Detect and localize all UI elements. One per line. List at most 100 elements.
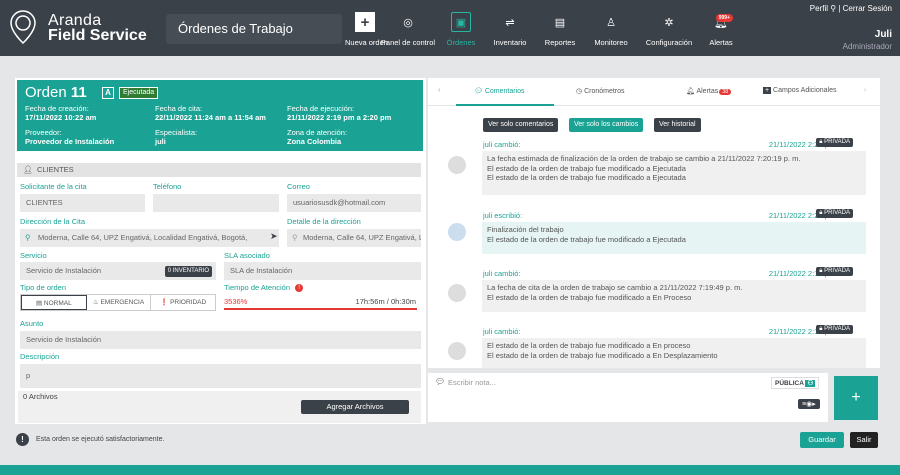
comments-list: Ver solo comentarios Ver solo los cambio…: [428, 106, 880, 368]
comment-body: El estado de la orden de trabajo fue mod…: [482, 338, 866, 368]
private-badge: 🔒︎ PRIVADA: [816, 325, 853, 334]
correo-label: Correo: [287, 182, 310, 191]
nav-monitoreo[interactable]: ♙ Monitoreo: [587, 0, 635, 56]
servicio-field[interactable]: Servicio de Instalación 0 INVENTARIO: [20, 262, 216, 280]
tab-alertas[interactable]: 🔔︎ Alertas 38: [686, 87, 732, 95]
gauge-icon: ◎: [403, 16, 413, 29]
doc-icon: ▤: [35, 300, 44, 307]
module-title: Órdenes de Trabajo: [166, 14, 342, 44]
exit-button[interactable]: Salir: [850, 432, 878, 448]
user-box: Perfil ⚲ | Cerrar Sesión Juli Administra…: [809, 4, 892, 51]
activity-panel: ‹ 💬︎ Comentarios ◷ Cronómetros 🔔︎ Alerta…: [428, 78, 880, 424]
clients-section-header: 👤︎ CLIENTES: [17, 163, 421, 177]
clock-icon: ◷: [576, 88, 585, 95]
avatar: [448, 342, 466, 360]
info-icon: !: [16, 433, 29, 446]
status-badge: Ejecutada: [119, 87, 159, 99]
user-name: Juli: [874, 29, 892, 40]
add-files-button[interactable]: Agregar Archivos: [301, 400, 409, 414]
plus-square-icon: +: [763, 87, 772, 94]
tiempo-value: 17h:56m / 0h:30m: [355, 297, 416, 306]
comment-body: La fecha de cita de la orden de trabajo …: [482, 280, 866, 312]
telefono-label: Teléfono: [153, 182, 182, 191]
bell-icon: 🔔︎: [686, 88, 697, 95]
nav-panel-control[interactable]: ◎ Panel de control: [379, 0, 437, 56]
servicio-label: Servicio: [20, 251, 47, 260]
person-icon: 👤︎: [23, 165, 33, 174]
brand-logo[interactable]: Aranda Field Service: [8, 8, 168, 48]
comment-body: La fecha estimada de finalización de la …: [482, 151, 866, 195]
sla-label: SLA asociado: [224, 251, 270, 260]
fecha-ejecucion: Fecha de ejecución: 21/11/2022 2:19 pm a …: [287, 104, 392, 122]
note-input[interactable]: 💬︎ Escribir nota... PÚBLICA ⚇ ≡◉▸: [428, 373, 828, 422]
detalle-field[interactable]: ⚲ Moderna, Calle 64, UPZ Engativá, L: [287, 229, 421, 247]
tipo-emergencia-option[interactable]: ♨ EMERGENCIA: [87, 295, 152, 310]
asunto-field[interactable]: Servicio de Instalación: [20, 331, 421, 349]
logout-link[interactable]: Cerrar Sesión: [843, 4, 892, 13]
nav-ordenes[interactable]: ▣ Órdenes: [441, 0, 481, 56]
order-detail-panel: Orden 11 A Ejecutada Fecha de creación: 1…: [15, 78, 426, 424]
attachments-count: 0 Archivos: [23, 392, 58, 401]
inventory-icon: ⇌: [505, 16, 515, 29]
nav-inventario[interactable]: ⇌ Inventario: [488, 0, 532, 56]
direccion-label: Dirección de la Cita: [20, 217, 86, 226]
tabs-next-icon[interactable]: ›: [864, 87, 866, 94]
comment-header: juli cambió: 21/11/2022 2:19 pm 🔒︎ PRIVA…: [483, 325, 863, 336]
voice-record-icon[interactable]: ≡◉▸: [798, 399, 820, 409]
note-placeholder: Escribir nota...: [448, 378, 496, 387]
filter-historial-button[interactable]: Ver historial: [654, 118, 701, 132]
nav-alertas[interactable]: 🔔︎ 999+ Alertas: [703, 0, 739, 56]
tabs-prev-icon[interactable]: ‹: [438, 87, 440, 94]
order-title: Orden 11: [25, 84, 87, 101]
priority-icon: ❗: [160, 299, 171, 306]
inventario-button[interactable]: 0 INVENTARIO: [164, 266, 212, 277]
solicitante-field[interactable]: CLIENTES: [20, 194, 145, 212]
correo-field[interactable]: usuariosusdk@hotmail.com: [287, 194, 421, 212]
location-pin-icon: ⚲: [25, 233, 31, 242]
tab-campos-adicionales[interactable]: + Campos Adicionales: [763, 87, 836, 94]
direccion-field[interactable]: ⚲ Moderna, Calle 64, UPZ Engativá, Local…: [20, 229, 279, 247]
comment-header: juli cambió: 21/11/2022 2:19 pm 🔒︎ PRIVA…: [483, 267, 863, 278]
tipo-prioridad-option[interactable]: ❗ PRIORIDAD: [151, 295, 215, 310]
nav-reportes[interactable]: ▤ Reportes: [539, 0, 581, 56]
sla-field[interactable]: SLA de Instalación: [224, 262, 421, 280]
private-badge: 🔒︎ PRIVADA: [816, 138, 853, 147]
visibility-toggle[interactable]: PÚBLICA ⚇: [771, 377, 820, 389]
private-badge: 🔒︎ PRIVADA: [816, 209, 853, 218]
tiempo-atencion-label: Tiempo de Atención !: [224, 283, 304, 293]
navigate-icon[interactable]: ➤: [270, 231, 278, 242]
orders-icon: ▣: [451, 12, 471, 32]
save-button[interactable]: Guardar: [800, 432, 844, 448]
plus-icon: +: [355, 12, 375, 32]
gear-icon: ✲: [664, 16, 674, 29]
private-badge: 🔒︎ PRIVADA: [816, 267, 853, 276]
avatar: [448, 223, 466, 241]
chat-icon: 💬︎: [435, 377, 446, 386]
asunto-label: Asunto: [20, 319, 44, 328]
tipo-normal-option[interactable]: ▤ NORMAL: [21, 295, 87, 310]
tab-comentarios[interactable]: 💬︎ Comentarios: [474, 87, 525, 95]
reports-icon: ▤: [554, 16, 566, 29]
comment-header: juli escribió: 21/11/2022 2:20 pm 🔒︎ PRI…: [483, 209, 863, 220]
filter-solo-comentarios-button[interactable]: Ver solo comentarios: [483, 118, 559, 132]
activity-tabs: ‹ 💬︎ Comentarios ◷ Cronómetros 🔔︎ Alerta…: [428, 78, 880, 106]
tab-cronometros[interactable]: ◷ Cronómetros: [576, 87, 625, 95]
tiempo-progress-bar: [224, 308, 417, 310]
footer-strip: [0, 465, 900, 475]
alert-circle-icon: !: [295, 284, 304, 293]
attachments-area: 0 Archivos Agregar Archivos: [18, 391, 421, 423]
avatar: [448, 284, 466, 302]
map-pin-icon: [10, 10, 36, 44]
order-header: Orden 11 A Ejecutada Fecha de creación: 1…: [17, 80, 423, 151]
telefono-field[interactable]: [153, 194, 279, 212]
perfil-link[interactable]: Perfil: [810, 4, 828, 13]
order-a-badge: A: [102, 87, 114, 99]
brand-product: Field Service: [48, 27, 147, 44]
filter-solo-cambios-button[interactable]: Ver solo los cambios: [569, 118, 644, 132]
tipo-orden-label: Tipo de orden: [20, 283, 67, 292]
nav-configuracion[interactable]: ✲ Configuración: [641, 0, 697, 56]
add-note-button[interactable]: +: [834, 376, 878, 420]
tipo-orden-selector: ▤ NORMAL ♨ EMERGENCIA ❗ PRIORIDAD: [20, 294, 216, 311]
descripcion-field[interactable]: p: [20, 364, 421, 388]
chat-icon: 💬︎: [474, 88, 485, 95]
